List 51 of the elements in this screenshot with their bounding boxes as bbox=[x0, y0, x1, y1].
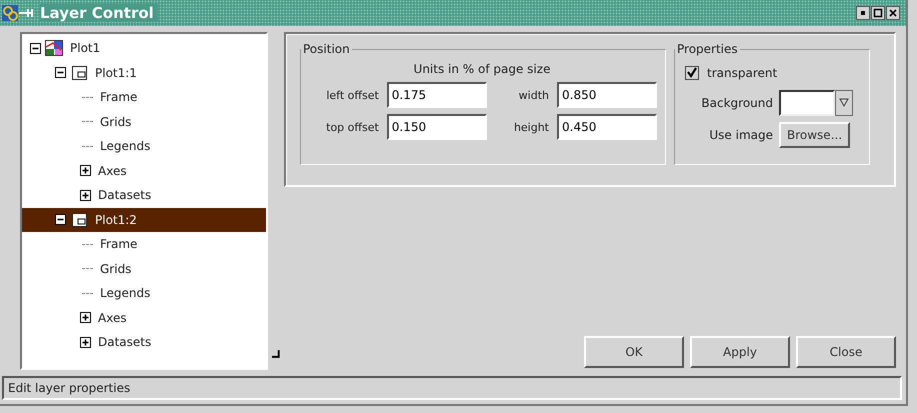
browse-button[interactable]: Browse... bbox=[779, 122, 850, 148]
field-label: left offset bbox=[325, 88, 379, 102]
tree-item[interactable]: Plot1:1 bbox=[92, 64, 140, 81]
field-label: Use image bbox=[708, 128, 774, 142]
collapse-toggle-icon[interactable] bbox=[55, 67, 66, 78]
layer-icon bbox=[70, 212, 88, 228]
field-label: top offset bbox=[325, 120, 379, 134]
window-title: Layer Control bbox=[40, 4, 158, 22]
input-field[interactable]: 0.850 bbox=[557, 82, 657, 108]
plot-icon bbox=[45, 40, 63, 56]
tree-item[interactable]: Plot1:2 bbox=[92, 212, 140, 228]
input-field[interactable]: 0.175 bbox=[386, 82, 487, 108]
checkbox[interactable] bbox=[685, 66, 699, 80]
collapse-toggle-icon[interactable] bbox=[30, 42, 41, 54]
resize-grip-icon[interactable] bbox=[272, 350, 280, 358]
dialog-button[interactable]: OK bbox=[584, 336, 684, 368]
units-note: Units in % of page size bbox=[412, 62, 552, 76]
group-title: Position bbox=[302, 42, 351, 56]
app-icon bbox=[2, 5, 36, 21]
collapse-toggle-icon[interactable] bbox=[55, 214, 66, 226]
maximize-icon[interactable] bbox=[871, 6, 885, 20]
field-label: width bbox=[518, 88, 549, 102]
group-title: Properties bbox=[676, 42, 739, 56]
tree-item[interactable]: Axes bbox=[95, 310, 130, 326]
dialog-button[interactable]: Apply bbox=[690, 336, 790, 368]
expand-toggle-icon[interactable] bbox=[80, 312, 91, 324]
input-field[interactable]: 0.150 bbox=[386, 114, 487, 140]
status-bar: Edit layer properties bbox=[2, 376, 902, 400]
tree-item[interactable]: Legends bbox=[97, 138, 154, 154]
tree-item[interactable]: Frame bbox=[97, 236, 140, 252]
dialog-button[interactable]: Close bbox=[796, 336, 896, 368]
tree-item[interactable]: Grids bbox=[97, 260, 134, 277]
minimize-icon[interactable] bbox=[856, 6, 870, 20]
expand-toggle-icon[interactable] bbox=[80, 190, 91, 201]
color-swatch[interactable] bbox=[779, 90, 835, 116]
tree-item[interactable]: Legends bbox=[97, 285, 154, 302]
input-field[interactable]: 0.450 bbox=[557, 114, 657, 140]
field-label: height bbox=[512, 120, 549, 134]
tree-item[interactable]: Axes bbox=[95, 162, 130, 179]
field-label: Background bbox=[700, 96, 774, 110]
tree-item[interactable]: Grids bbox=[97, 114, 134, 130]
tree-item[interactable]: Plot1 bbox=[67, 40, 104, 56]
tree-item[interactable]: Frame bbox=[97, 89, 140, 106]
checkbox-label: transparent bbox=[707, 66, 778, 80]
expand-toggle-icon[interactable] bbox=[80, 336, 91, 348]
expand-toggle-icon[interactable] bbox=[80, 165, 91, 176]
close-icon[interactable] bbox=[886, 6, 900, 20]
layer-icon bbox=[70, 64, 88, 81]
dropdown-icon[interactable] bbox=[835, 90, 853, 116]
tree-item[interactable]: Datasets bbox=[95, 187, 154, 204]
tree-item[interactable]: Datasets bbox=[95, 334, 154, 350]
